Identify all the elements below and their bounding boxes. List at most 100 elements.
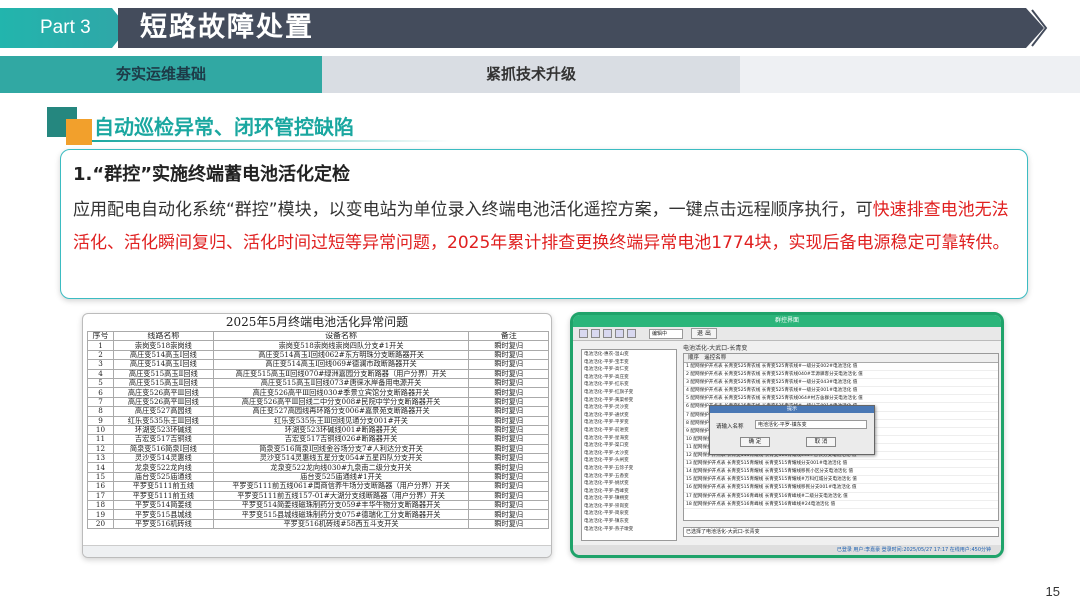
table-cell: 平罗变514简姜线磁珠制药分支059#丰华牛物分支断路器开关 [212,500,470,511]
list-item[interactable]: 电池活化-平罗-五香变 [584,473,674,481]
app-footer: 已登录 用户:李嘉豪 登录时间:2025/05/27 17:17 在线用户:45… [573,545,1001,555]
table-cell: 高庄变527高园线 [112,406,214,417]
exit-button[interactable]: 退 出 [691,328,717,339]
delete-icon[interactable] [615,329,624,338]
tab-technology[interactable]: 紧抓技术升级 [322,56,740,93]
table-cell: 5 [87,377,114,389]
grid-row[interactable]: 16 配网保护开点表 长青变515青耀线 长青变515青耀线移民分支001#电池… [684,484,998,493]
folder-icon[interactable] [591,329,600,338]
table-cell: 龙泉变522龙向线 [112,462,214,473]
list-item[interactable]: 电池活化-平罗-头闸变 [584,457,674,465]
list-item[interactable]: 电池活化-平罗-平罗变 [584,419,674,427]
edit-icon[interactable] [603,329,612,338]
run-icon[interactable] [627,329,636,338]
save-icon[interactable] [579,329,588,338]
anomaly-table-screenshot: 2025年5月终端电池活化异常问题 序号 线路名称 设备名称 备注 1 崇岗变51… [82,313,552,558]
tab-foundation[interactable]: 夯实运维基础 [0,56,322,93]
table-cell: 环湖变523环碱线001#断路器开关 [212,424,470,436]
grid-col-seq: 顺序 [688,355,700,361]
table-cell: 高庄变514高玉Ⅰ回线062#东方明珠分支断路器开关 [212,349,470,361]
station-list: 电池活化-惠农-温山变 电池活化-平罗-宝丰变 电池活化-平罗-高仁变 电池活化-平罗… [581,349,677,541]
col-header: 设备名称 [212,330,470,342]
part-label: Part 3 [0,8,128,48]
list-item[interactable]: 电池活化-平罗-渠口变 [584,442,674,450]
table-cell: 高庄变527高园线再环路分支006#嘉景苑支断路器开关 [212,406,470,417]
list-item[interactable]: 电池活化-平罗-星海变 [584,435,674,443]
list-item[interactable]: 电池活化-平罗-红旗子变 [584,389,674,397]
table-row: 12 简泉变516简泉Ⅰ回线 简泉变516简泉Ⅰ回线金谷场分支7#人利达分支开关 瞬时… [87,443,549,455]
table-cell: 8 [87,406,114,417]
table-cell: 高庄变515高玉Ⅱ回线 [112,368,214,379]
table-row: 8 高庄变527高园线 高庄变527高园线再环路分支006#嘉景苑支断路器开关 瞬时复… [87,406,549,417]
table-cell: 灵沙变514灵惠线五星分支054#五星四队分支开关 [212,453,470,464]
list-item[interactable]: 电池活化-平罗-高庄变 [584,374,674,382]
grid-row[interactable]: 18 配网保护开点表 长青变516青峰线 长青变516青峰线#24电池活化 值 [684,501,998,509]
list-item[interactable]: 电池活化-平罗-黄渠桥变 [584,397,674,405]
table-title: 2025年5月终端电池活化异常问题 [225,315,409,329]
list-item[interactable]: 电池活化-平罗-姚伏变 [584,480,674,488]
mode-select[interactable]: 编辑中 [649,329,683,339]
list-item[interactable]: 电池活化-平罗-通伏变 [584,412,674,420]
grid-row[interactable]: 1 配网保护开点表 长青变525青农线 长青变525青农线#一级分支002#电池… [684,363,998,372]
list-item[interactable]: 电池活化-平罗-崇岗变 [584,503,674,511]
table-cell: 瞬时复归 [468,462,549,473]
table-cell: 庙台变525庙通线#1开关 [212,471,470,483]
list-item[interactable]: 电池活化-平罗-西峰变 [584,488,674,496]
table-cell: 红乐变535乐王Ⅲ回线见通分支001#开关 [212,415,470,426]
list-item[interactable]: 电池活化-平罗-高仁变 [584,366,674,374]
table-cell: 16 [87,481,114,492]
table-cell: 吉宏变517吉铜线026#断路器开关 [212,434,470,445]
anomaly-table: 序号 线路名称 设备名称 备注 1 崇岗变518崇岗线 崇岗变518崇岗线崇岗四队分… [87,330,549,530]
dialog-name-input[interactable]: 电池活化-平罗-镇东变 [755,420,867,429]
table-cell: 平罗变5111前五线 [112,490,214,502]
grid-row[interactable]: 13 配网保护开点表 长青变515青耀线 长青变515青耀线分支001#电池活化… [684,460,998,469]
table-cell: 龙泉变522龙向线030#九泉南二级分支开关 [212,462,470,473]
list-item[interactable]: 电池活化-平罗-燕子墩变 [584,526,674,534]
table-cell: 19 [87,509,114,520]
table-cell: 瞬时复归 [468,443,549,455]
list-item[interactable]: 电池活化-惠农-温山变 [584,351,674,359]
table-row: 7 高庄变526高平Ⅲ回线 高庄变526高平Ⅲ回线二中分支008#民院中学分支断路器… [87,396,549,408]
grid-row[interactable]: 2 配网保护开点表 长青变525青农线 长青变525青农线040#丰源驿客分支电… [684,371,998,380]
list-item[interactable]: 电池活化-平罗-镇朔变 [584,495,674,503]
table-cell: 瞬时复归 [468,340,549,351]
table-row: 6 高庄变526高平Ⅲ回线 高庄变526高平Ⅲ回线030#季景立宾馆分支断路器开关瞬… [87,387,549,398]
table-cell: 环湖变523环碱线 [112,424,214,436]
list-item[interactable]: 电池活化-平罗-五馀子变 [584,465,674,473]
table-cell: 简泉变516简泉Ⅰ回线金谷场分支7#人利达分支开关 [212,443,470,455]
list-item[interactable]: 电池活化-平罗-红乐变 [584,381,674,389]
dialog-label: 请输入名称 [716,424,744,430]
list-item[interactable]: 电池活化-平罗-简泉变 [584,510,674,518]
list-item[interactable]: 电池活化-平罗-前进变 [584,427,674,435]
list-item[interactable]: 电池活化-平罗-灵沙变 [584,404,674,412]
table-cell: 瞬时复归 [468,424,549,436]
grid-row[interactable]: 15 配网保护开点表 长青变515青耀线 长青变515青耀线#万科红城分支电池活… [684,476,998,485]
dialog-ok-button[interactable]: 确 定 [740,437,770,447]
grid-row[interactable]: 5 配网保护开点表 长青变525青农线 长青变525青农线064#村方舍群分支电… [684,395,998,404]
table-row: 10 环湖变523环碱线 环湖变523环碱线001#断路器开关 瞬时复归 [87,424,549,436]
list-item[interactable]: 电池活化-平罗-镇东变 [584,518,674,526]
table-cell: 灵沙变514灵惠线 [112,453,214,464]
col-header: 线路名称 [112,330,214,342]
list-item[interactable]: 电池活化-平罗-太沙变 [584,450,674,458]
dialog-cancel-button[interactable]: 取 消 [806,437,836,447]
list-item[interactable]: 电池活化-平罗-宝丰变 [584,359,674,367]
grid-row[interactable]: 14 配网保护开点表 长青变515青耀线 长青变515青耀线移民小区分支电池活化… [684,468,998,477]
table-cell: 平罗变515县城线磁珠制药分支075#德瑞化工分支断路器开关 [212,509,470,520]
table-row: 16 平罗变5111前五线 平罗变5111前五线061#周商信养牛场分支断路器（用户… [87,481,549,492]
table-cell: 瞬时复归 [468,434,549,445]
col-header: 序号 [87,330,114,342]
grid-row[interactable]: 17 配网保护开点表 长青变516青峰线 长青变516青峰线#二级分支电池活化 … [684,493,998,501]
grid-row[interactable]: 3 配网保护开点表 长青变525青农线 长青变525青农线#一级分支043#电池… [684,379,998,388]
table-cell: 高庄变515高玉Ⅱ回线 [112,377,214,389]
table-row: 4 高庄变515高玉Ⅱ回线 高庄变515高玉Ⅱ回线070#绿洲嘉园分支断路器（用户分… [87,368,549,379]
table-cell: 平罗变514简姜线 [112,500,214,511]
table-cell: 平罗变516机砖线 [112,518,214,530]
grid-row[interactable]: 4 配网保护开点表 长青变525青农线 长青变525青农线#一级分支001#电池… [684,387,998,396]
sheet-tab-bar [83,545,551,557]
table-row: 1 崇岗变518崇岗线 崇岗变518崇岗线崇岗四队分支#1开关 瞬时复归 [87,340,549,351]
col-header: 备注 [468,330,549,342]
table-row: 13 灵沙变514灵惠线 灵沙变514灵惠线五星分支054#五星四队分支开关 瞬时复归 [87,453,549,464]
grid-col-name: 遥控名称 [704,355,727,361]
table-cell: 崇岗变518崇岗线崇岗四队分支#1开关 [212,340,470,351]
